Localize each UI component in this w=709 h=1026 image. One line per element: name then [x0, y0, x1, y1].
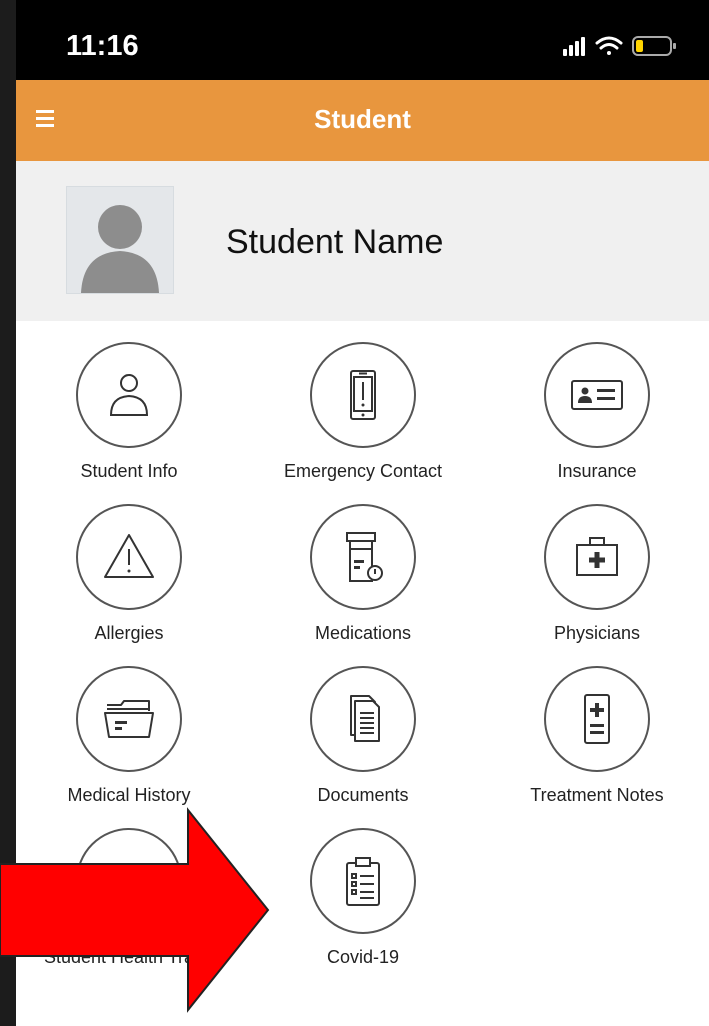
person-silhouette-icon [81, 205, 159, 293]
tile-label: Physicians [553, 623, 641, 643]
signal-icon [563, 37, 585, 56]
medical-kit-icon [576, 537, 618, 576]
clipboard-list-icon [346, 857, 380, 906]
tile-insurance[interactable]: Insurance [484, 342, 709, 502]
person-icon [109, 374, 149, 416]
avatar [66, 186, 174, 294]
tile-label: Documents [317, 785, 409, 805]
wifi-icon [595, 36, 623, 55]
tile-label: Emergency Contact [283, 461, 443, 481]
tile-label: Medical History [67, 785, 191, 805]
tile-physicians[interactable]: Physicians [484, 504, 709, 664]
status-time: 11:16 [66, 30, 139, 62]
tile-covid-19[interactable]: Covid-19 [250, 828, 480, 988]
red-arrow-annotation [0, 807, 270, 1013]
tile-label: Medications [314, 623, 412, 643]
status-icons [563, 36, 676, 56]
battery-icon [632, 36, 676, 56]
tile-label: Insurance [557, 461, 637, 481]
tile-label: Treatment Notes [530, 785, 664, 805]
status-bar: 11:16 [16, 0, 709, 80]
page-title: Student [314, 104, 411, 134]
phone-alert-icon [350, 370, 376, 420]
tile-allergies[interactable]: Allergies [16, 504, 246, 664]
pill-bottle-icon [346, 532, 383, 582]
folder-icon [104, 700, 154, 738]
id-card-icon [571, 380, 623, 410]
tile-student-info[interactable]: Student Info [16, 342, 246, 502]
treatment-notes-icon [584, 694, 610, 744]
tile-treatment-notes[interactable]: Treatment Notes [484, 666, 709, 826]
documents-icon [350, 695, 380, 742]
tile-label: Student Info [80, 461, 178, 481]
warning-icon [104, 534, 154, 578]
tile-documents[interactable]: Documents [250, 666, 480, 826]
tile-emergency-contact[interactable]: Emergency Contact [250, 342, 480, 502]
student-name: Student Name [226, 223, 444, 261]
tile-label: Allergies [94, 623, 164, 643]
app-header: Student [16, 80, 709, 161]
tile-medical-history[interactable]: Medical History [16, 666, 246, 826]
tile-medications[interactable]: Medications [250, 504, 480, 664]
profile-header: Student Name [16, 161, 709, 321]
tile-label: Covid-19 [326, 947, 400, 967]
